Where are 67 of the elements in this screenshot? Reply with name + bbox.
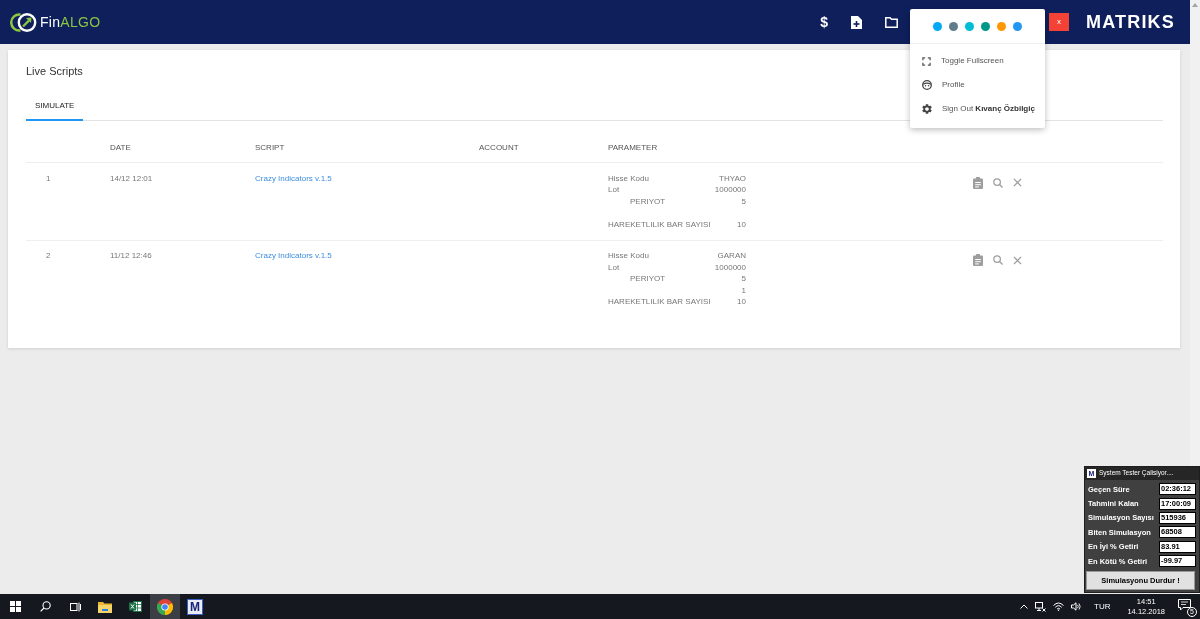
parameter-name: HAREKETLILIK BAR SAYISI [608, 218, 711, 230]
brand-name: MATRIKS [1085, 13, 1175, 31]
caret-up-icon[interactable] [1020, 604, 1028, 609]
face-icon [922, 80, 932, 90]
new-file-icon[interactable] [850, 15, 862, 29]
parameter-name: HAREKETLILIK BAR SAYISI [608, 296, 711, 308]
speaker-icon[interactable] [1071, 602, 1081, 611]
message-icon[interactable] [1178, 599, 1191, 611]
gear-icon [922, 104, 932, 114]
logo-icon [10, 11, 37, 33]
color-dot-icon[interactable] [949, 21, 958, 31]
script-link[interactable]: Crazy Indicators v.1.5 [255, 173, 332, 183]
menu-item[interactable]: Sign Out Kıvanç Özbilgiç [910, 97, 1045, 121]
parameter-name: Lot [608, 184, 620, 196]
parameter-name: Hisse Kodu [608, 250, 649, 262]
color-dot-icon[interactable] [981, 21, 990, 31]
parameter-value: THYAO [719, 172, 746, 184]
parameter-value: 1 [741, 284, 746, 296]
parameter-value: 5 [741, 195, 746, 207]
clipboard-icon[interactable] [973, 176, 983, 189]
logo-text: FinALGO [40, 15, 101, 29]
page-title: Live Scripts [26, 65, 84, 78]
menu-item[interactable]: Profile [910, 73, 1045, 97]
parameter-value: 10 [737, 296, 746, 308]
parameter-value: 1000000 [714, 261, 746, 273]
language-indicator[interactable]: TUR [1094, 600, 1111, 613]
parameter-value: GARAN [717, 250, 746, 262]
close-button[interactable]: x [1048, 13, 1069, 31]
column-header: ACCOUNT [479, 142, 519, 152]
row-number: 1 [46, 173, 51, 183]
network-icon[interactable] [1035, 601, 1046, 612]
taskbar-button[interactable]: M [180, 594, 210, 619]
date-text: 11/12 12:46 [110, 251, 152, 260]
close-icon[interactable] [1013, 255, 1022, 265]
spreadsheet-icon [128, 600, 142, 613]
parameter-value: 1000000 [714, 184, 746, 196]
taskbar-button[interactable] [150, 594, 180, 619]
parameter-value: 10 [737, 218, 746, 230]
color-dot-icon[interactable] [965, 21, 974, 31]
script-link[interactable]: Crazy Indicators v.1.5 [255, 251, 332, 260]
column-header: SCRIPT [255, 142, 285, 152]
parameter-name: PERIYOT [629, 195, 666, 207]
color-dot-icon[interactable] [1013, 21, 1022, 31]
date-text: 14/12 12:01 [110, 173, 153, 183]
windows-logo-icon[interactable] [9, 601, 21, 612]
menu-item[interactable]: Toggle Fullscreen [910, 49, 1045, 73]
folder-icon [98, 600, 112, 613]
color-dot-icon[interactable] [933, 21, 942, 31]
parameter-name: Lot [608, 261, 620, 273]
tab[interactable]: SIMULATE [26, 91, 84, 121]
search-icon[interactable] [39, 601, 51, 612]
row-number: 2 [46, 251, 51, 260]
close-icon[interactable] [1013, 178, 1022, 187]
tricolor-ring-icon [157, 598, 173, 615]
task-view-icon[interactable] [69, 601, 81, 612]
wifi-icon[interactable] [1053, 602, 1064, 611]
parameter-name: Hisse Kodu [608, 172, 649, 184]
parameter-value: 5 [741, 273, 746, 285]
app-logo-tile: M [187, 598, 203, 615]
column-header: PARAMETER [608, 142, 658, 152]
column-header: DATE [110, 142, 131, 152]
fullscreen-icon [922, 56, 931, 66]
color-dot-icon[interactable] [997, 21, 1006, 31]
currency-button[interactable]: $ [820, 14, 828, 30]
folder-icon[interactable] [884, 16, 898, 28]
parameter-name: PERIYOT [629, 273, 666, 285]
clipboard-icon[interactable] [973, 254, 983, 266]
